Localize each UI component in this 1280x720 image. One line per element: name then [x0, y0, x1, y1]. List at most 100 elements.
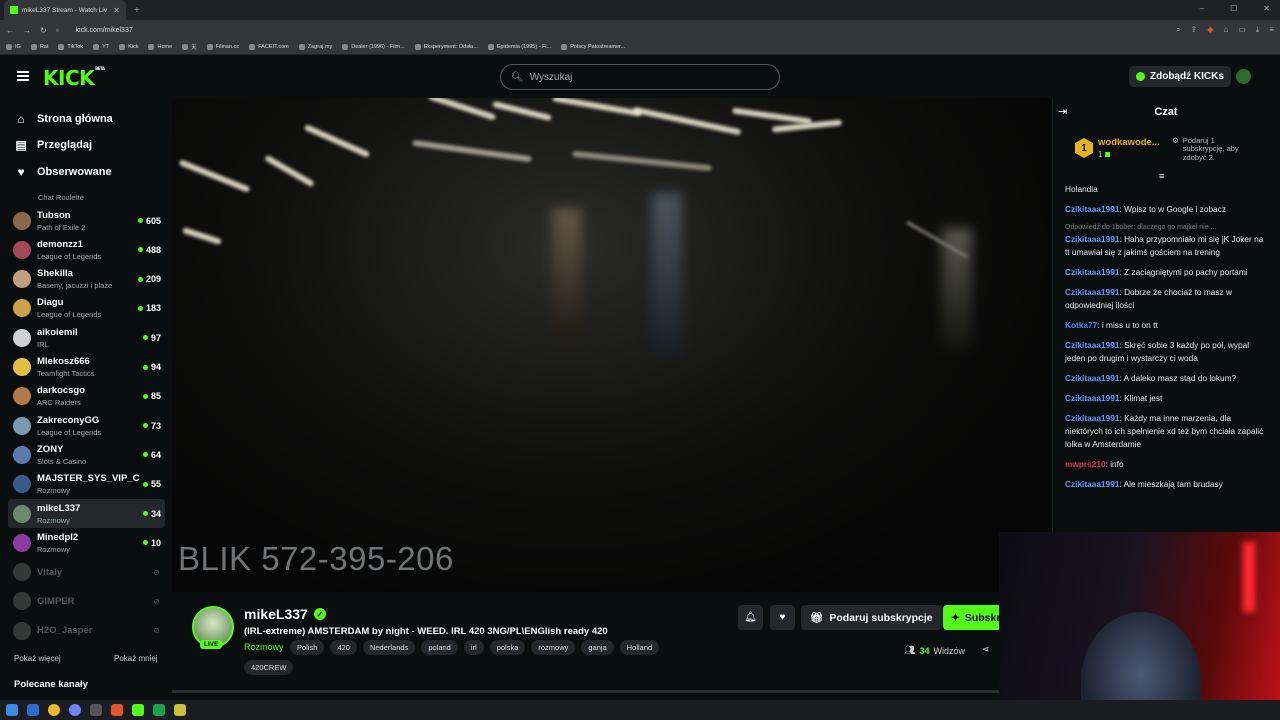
- bookmark-item[interactable]: FACEIT.com: [249, 44, 289, 50]
- sidebar-channel-aikoiemil[interactable]: aikoiemil IRL 97: [8, 323, 165, 352]
- pinned-gifter-name[interactable]: wodkawode...: [1098, 137, 1160, 148]
- bookmark-item[interactable]: IG: [6, 44, 21, 50]
- sidebar-channel-mikel337[interactable]: mikeL337 Rozmowy 34: [8, 499, 165, 528]
- menu-icon[interactable]: ≡: [1269, 25, 1274, 35]
- nav-home[interactable]: ⌂ Strona główna: [14, 112, 112, 126]
- horizontal-scrollbar[interactable]: [172, 690, 1000, 693]
- chat-username[interactable]: Czikitaaa1991: [1065, 340, 1119, 350]
- taskbar-app-icon[interactable]: [153, 704, 165, 716]
- sidebar-channel-demonzz1[interactable]: demonzz1 League of Legends 488: [8, 235, 165, 264]
- video-player[interactable]: [172, 98, 1052, 592]
- show-more-button[interactable]: Pokaż więcej: [14, 654, 61, 663]
- taskbar-app-icon[interactable]: [90, 704, 102, 716]
- bookmark-item[interactable]: Zagraj.my: [298, 44, 332, 50]
- gift-subscription-button[interactable]: 🎁︎ Podaruj subskrypcje: [801, 605, 942, 630]
- browser-tab[interactable]: mikeL337 Stream - Watch Liv ✕: [4, 0, 126, 20]
- discord-icon[interactable]: [69, 704, 81, 716]
- bookmark-item[interactable]: TikTok: [58, 44, 83, 50]
- chat-username[interactable]: Czikitaaa1991: [1065, 373, 1119, 383]
- follow-button[interactable]: ♥: [770, 605, 795, 630]
- sidebar-channel-zony[interactable]: ZONY Slots & Casino 64: [8, 440, 165, 469]
- stream-tag[interactable]: Holland: [619, 640, 660, 655]
- bookmark-item[interactable]: Kick: [119, 44, 138, 50]
- nav-following[interactable]: ♥ Obserwowane: [14, 165, 111, 179]
- sidebar-channel-offline[interactable]: GIMPER ⊘: [8, 587, 165, 616]
- gift-promo[interactable]: ⚙ Podaruj 1 subskrypcję, aby zdobyć 2.: [1172, 136, 1258, 162]
- stream-tag[interactable]: irl: [463, 640, 484, 655]
- sidebar-channel-offline[interactable]: H2O_Jasper ⊘: [8, 616, 165, 645]
- chat-username[interactable]: Czikitaaa1991: [1065, 393, 1119, 403]
- bookmark-item[interactable]: YT: [93, 44, 109, 50]
- sidebar-channel-tubson[interactable]: Tubson Path of Exile 2 605: [8, 206, 165, 235]
- bookmark-item[interactable]: 天: [182, 43, 197, 51]
- kick-app-icon[interactable]: [132, 704, 144, 716]
- reload-icon[interactable]: ↻: [40, 26, 47, 35]
- bookmark-item[interactable]: Home: [148, 44, 172, 50]
- stream-tag[interactable]: Nederlands: [362, 640, 416, 655]
- streamer-name[interactable]: mikeL337 ✓: [244, 606, 326, 622]
- chat-username[interactable]: mwprs210: [1065, 459, 1106, 469]
- sidebar-channel-majster_sys_vip_c[interactable]: MAJSTER_SYS_VIP_C Rozmowy 55: [8, 470, 165, 499]
- sidebar-channel-shekilla[interactable]: Shekilla Baseny, jacuzzi i plaże 209: [8, 265, 165, 294]
- chat-username[interactable]: Czikitaaa1991: [1065, 234, 1119, 244]
- chrome-icon[interactable]: [48, 704, 60, 716]
- maximize-icon[interactable]: ☐: [1230, 4, 1237, 13]
- bookmark-item[interactable]: Filman.cc: [206, 44, 239, 50]
- stream-tag[interactable]: 420CREW: [244, 660, 294, 675]
- chat-username[interactable]: Czikitaaa1991: [1065, 204, 1119, 214]
- sidebar-channel-mlekosz666[interactable]: Mlekosz666 Teamfight Tactics 94: [8, 353, 165, 382]
- notification-bell-button[interactable]: 🔔︎: [738, 605, 763, 630]
- subscribe-button[interactable]: ✦ Subskrybuj: [943, 605, 1000, 630]
- bookmark-item[interactable]: Polscy Patostreamer...: [561, 44, 625, 50]
- chat-username[interactable]: Czikitaaa1991: [1065, 287, 1119, 297]
- taskbar-app-icon[interactable]: [27, 704, 39, 716]
- bookmark-page-icon[interactable]: ▫: [56, 26, 59, 35]
- new-tab-icon[interactable]: +: [134, 5, 140, 16]
- bookmark-item[interactable]: Dealer (1996) - Film...: [342, 44, 405, 50]
- stream-tag[interactable]: Polish: [290, 640, 325, 655]
- forward-icon[interactable]: →: [23, 26, 31, 35]
- stream-category-link[interactable]: Rozmowy: [244, 642, 284, 652]
- brave-shield-icon[interactable]: ◆: [1207, 25, 1213, 35]
- bookmark-item[interactable]: Rat: [30, 44, 48, 50]
- chat-username[interactable]: Kotka77: [1065, 320, 1097, 330]
- share-icon[interactable]: ⋖: [982, 644, 990, 655]
- sidebar-channel-zakreconygg[interactable]: ZakreconyGG League of Legends 73: [8, 411, 165, 440]
- windows-start-icon[interactable]: [6, 704, 18, 716]
- close-tab-icon[interactable]: ✕: [113, 6, 120, 15]
- sidebar-channel-darkocsgo[interactable]: darkocsgo ARC Raiders 85: [8, 382, 165, 411]
- chat-username[interactable]: Czikitaaa1991: [1065, 267, 1119, 277]
- share-page-icon[interactable]: ⇪: [1191, 25, 1198, 35]
- hamburger-menu-icon[interactable]: [17, 71, 29, 81]
- close-window-icon[interactable]: ✕: [1263, 4, 1270, 13]
- stream-tag[interactable]: polska: [489, 640, 526, 655]
- stream-tag[interactable]: poland: [421, 640, 458, 655]
- show-less-button[interactable]: Pokaż mniej: [114, 654, 158, 663]
- nav-browse[interactable]: ▤ Przeglądaj: [14, 138, 92, 152]
- reply-context[interactable]: Odpowiedź do 1bober: dlaczego go majkel …: [1065, 223, 1265, 233]
- bookmark-item[interactable]: Epidemia (1995) - Fi...: [487, 44, 551, 50]
- minimize-icon[interactable]: –: [1200, 4, 1204, 13]
- user-avatar[interactable]: [1236, 69, 1251, 84]
- stream-tag[interactable]: rozmowy: [531, 640, 576, 655]
- stream-tag[interactable]: ganja: [581, 640, 614, 655]
- chat-username[interactable]: Czikitaaa1991: [1065, 413, 1119, 423]
- chat-username[interactable]: Czikitaaa1991: [1065, 479, 1119, 489]
- bookmark-item[interactable]: Eksperyment: Odsła...: [414, 44, 478, 50]
- sidebar-channel-minedpl2[interactable]: Minedpl2 Rozmowy 10: [8, 528, 165, 557]
- stream-tag[interactable]: 420: [330, 640, 357, 655]
- get-kicks-button[interactable]: Zdobądź KICKs: [1129, 66, 1231, 87]
- kick-logo[interactable]: KICKBETA: [43, 66, 105, 90]
- url-field[interactable]: kick.com/mikel337: [76, 27, 133, 34]
- brave-icon[interactable]: [111, 704, 123, 716]
- sidebar-icon[interactable]: ▭: [1238, 25, 1246, 35]
- back-icon[interactable]: ←: [6, 26, 14, 35]
- zoom-icon[interactable]: ⌕: [1176, 25, 1180, 35]
- chat-filter-icon[interactable]: ≡: [1159, 171, 1164, 181]
- sidebar-channel-diagu[interactable]: Diagu League of Legends 183: [8, 294, 165, 323]
- search-input[interactable]: 🔍︎ Wyszukaj: [500, 64, 780, 90]
- extension-icon[interactable]: ⌂: [1223, 25, 1228, 35]
- taskbar-app-icon[interactable]: [174, 704, 186, 716]
- download-icon[interactable]: ⤓: [1256, 25, 1260, 35]
- sidebar-channel-offline[interactable]: Vitaly ⊘: [8, 558, 165, 587]
